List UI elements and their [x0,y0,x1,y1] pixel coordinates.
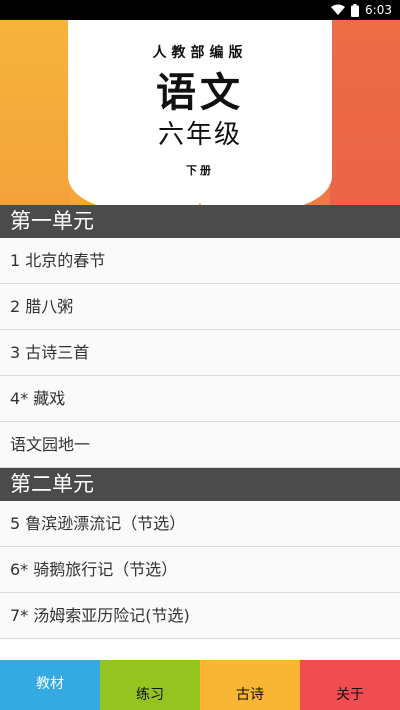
nav-tab-label: 练习 [136,687,164,703]
unit-header: 第一单元 [0,205,400,238]
volume-label: 下册 [186,164,214,177]
subject-title: 语文 [156,69,244,116]
lesson-item[interactable]: 4* 藏戏 [0,376,400,422]
lesson-item[interactable]: 6* 骑鹅旅行记（节选） [0,547,400,593]
status-icons: 6:03 [331,0,392,20]
banner-left-stripe [0,20,70,205]
battery-icon [351,3,360,17]
bottom-navigation: 教材 练习 古诗 关于 [0,660,400,710]
open-book-graphic: 人教部编版 语文 六年级 下册 [68,20,332,205]
lesson-list[interactable]: 第一单元 1 北京的春节 2 腊八粥 3 古诗三首 4* 藏戏 语文园地一 第二… [0,205,400,660]
status-time: 6:03 [365,3,392,17]
nav-tab-practice[interactable]: 练习 [100,660,200,710]
wifi-icon [331,4,346,16]
nav-tab-about[interactable]: 关于 [300,660,400,710]
nav-tab-ancient-poems[interactable]: 古诗 [200,660,300,710]
nav-tab-label: 关于 [336,687,364,703]
lesson-item[interactable]: 7* 汤姆索亚历险记(节选) [0,593,400,639]
nav-tab-textbook[interactable]: 教材 [0,660,100,710]
publisher-label: 人教部编版 [152,45,248,61]
nav-tab-label: 古诗 [236,687,264,703]
lesson-item[interactable]: 2 腊八粥 [0,284,400,330]
banner-right-stripe [330,20,400,205]
textbook-cover-banner: 人教部编版 语文 六年级 下册 [0,20,400,205]
nav-tab-label: 教材 [36,676,64,692]
lesson-item[interactable]: 语文园地一 [0,422,400,468]
status-bar: 6:03 [0,0,400,20]
unit-header: 第二单元 [0,468,400,501]
lesson-item[interactable]: 1 北京的春节 [0,238,400,284]
lesson-item[interactable]: 5 鲁滨逊漂流记（节选） [0,501,400,547]
grade-label: 六年级 [157,120,242,150]
lesson-item[interactable]: 3 古诗三首 [0,330,400,376]
